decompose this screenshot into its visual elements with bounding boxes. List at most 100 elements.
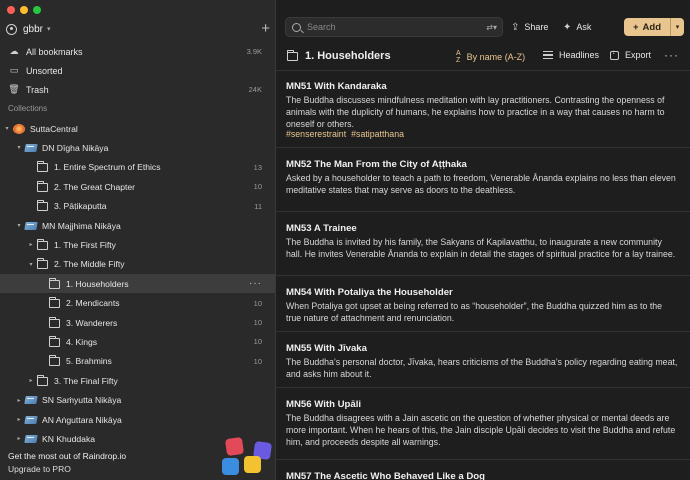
sidebar-item-trash[interactable]: 🗑 Trash 24K [0,80,275,99]
tree-item[interactable]: 2. Mendicants 10 [0,294,275,313]
tree-item[interactable]: 2. The Great Chapter 10 [0,177,275,196]
bookmark-title[interactable]: MN52 The Man From the City of Aṭṭhaka [286,159,467,170]
tree-item[interactable]: ▸ 1. The First Fifty [0,235,275,254]
bookmark-description: The Buddha disagrees with a Jain ascetic… [286,413,676,448]
expand-arrow-icon[interactable]: ▸ [27,241,35,248]
sidebar-item-all-bookmarks[interactable]: ☁ All bookmarks 3.9K [0,42,275,61]
bookmark-item[interactable]: MN55 With Jīvaka The Buddha’s personal do… [276,332,690,388]
bookmark-item[interactable]: MN56 With Upāli The Buddha disagrees with… [276,388,690,460]
tree-item[interactable]: 1. Entire Spectrum of Ethics 13 [0,158,275,177]
expand-arrow-icon[interactable]: ▾ [3,125,11,132]
folder-icon [49,335,61,347]
collections-label: Collections [8,104,48,113]
item-count: 3.9K [246,47,262,56]
sidebar-item-unsorted[interactable]: ▭ Unsorted [0,61,275,80]
expand-arrow-icon[interactable]: ▾ [15,222,23,229]
window-controls [7,6,41,14]
tag-link[interactable]: #satipatthana [351,129,404,139]
book-icon [25,434,37,444]
tree-item[interactable]: 4. Kings 10 [0,332,275,351]
book-icon [25,221,37,231]
trash-icon: 🗑 [8,84,20,94]
main-panel: Search ⇄▾ ⇪ Share ✦ Ask + Add ▾ 1. Househ… [276,0,690,480]
expand-arrow-icon[interactable]: ▸ [15,416,23,423]
bookmark-title[interactable]: MN54 With Potaliya the Householder [286,287,453,298]
bookmark-title[interactable]: MN51 With Kandaraka [286,81,387,92]
tree-item[interactable]: ▸ AN Aṅguttara Nikāya [0,410,275,429]
tree-item[interactable]: ▸ SN Saṁyutta Nikāya [0,391,275,410]
tree-item[interactable]: ▾ 2. The Middle Fifty [0,255,275,274]
expand-arrow-icon[interactable]: ▾ [15,144,23,151]
tree-item-label: 3. Wanderers [66,317,118,328]
ask-button[interactable]: ✦ Ask [563,17,591,37]
bookmark-item[interactable]: MN51 With Kandaraka The Buddha discusses … [276,70,690,148]
bookmark-item[interactable]: MN57 The Ascetic Who Behaved Like a Dog [276,460,690,480]
tree-item-label: 2. The Great Chapter [54,181,136,192]
tree-item[interactable]: ▾ SuttaCentral [0,119,275,138]
bookmark-title[interactable]: MN57 The Ascetic Who Behaved Like a Dog [286,471,485,480]
share-button[interactable]: ⇪ Share [511,17,548,37]
sidebar: gbbr ▾ + ☁ All bookmarks 3.9K ▭ Unsorted 🗑 Tra… [0,0,276,480]
book-icon [25,143,37,153]
tree-item[interactable]: 3. Pāṭikaputta 11 [0,197,275,216]
tree-item-label: 1. The First Fifty [54,239,116,250]
folder-icon [37,258,49,270]
bookmark-title[interactable]: MN55 With Jīvaka [286,343,367,354]
bookmark-item[interactable]: MN52 The Man From the City of Aṭṭhaka Ask… [276,148,690,212]
bookmark-title[interactable]: MN56 With Upāli [286,399,361,410]
bookmark-title[interactable]: MN53 A Trainee [286,223,357,234]
folder-icon [49,297,61,309]
folder-icon [49,277,61,289]
upgrade-promo[interactable]: Get the most out of Raindrop.io Upgrade … [0,436,275,480]
chevron-down-icon: ▾ [675,24,680,31]
item-more-button[interactable]: ··· [249,278,262,289]
bookmark-tags: #senserestraint #satipatthana [286,129,409,139]
folder-icon [49,316,61,328]
folder-icon [37,161,49,173]
tree-item[interactable]: 1. Householders ··· [0,274,275,294]
add-main-button[interactable]: + Add [624,22,670,33]
tree-item[interactable]: 3. Wanderers 10 [0,313,275,332]
sort-button[interactable]: AZ By name (A-Z) [456,50,525,64]
tree-item[interactable]: ▸ 3. The Final Fifty [0,371,275,390]
tree-item[interactable]: ▾ DN Dīgha Nikāya [0,138,275,157]
expand-arrow-icon[interactable]: ▾ [27,261,35,268]
tree-item-label: DN Dīgha Nikāya [42,142,109,153]
account-name: gbbr [23,23,44,35]
add-label: Add [642,21,662,33]
expand-arrow-icon[interactable]: ▸ [27,377,35,384]
tree-item-label: AN Aṅguttara Nikāya [42,414,122,425]
toolbar: Search ⇄▾ ⇪ Share ✦ Ask + Add ▾ [276,17,690,39]
tree-item-label: 1. Entire Spectrum of Ethics [54,162,161,173]
expand-arrow-icon[interactable]: ▸ [15,435,23,442]
tree-item-label: 2. Mendicants [66,298,120,309]
expand-arrow-icon[interactable]: ▸ [15,397,23,404]
bookmark-item[interactable]: MN54 With Potaliya the Householder When P… [276,276,690,332]
tag-link[interactable]: #senserestraint [286,129,346,139]
more-options-button[interactable]: ··· [664,48,679,62]
book-icon [25,415,37,425]
collection-header: 1. Householders AZ By name (A-Z) Headlin… [276,46,690,68]
view-mode-button[interactable]: Headlines [543,50,599,60]
tree-item-label: 5. Brahmins [66,356,112,367]
tree-item-label: 3. The Final Fifty [54,375,118,386]
search-field[interactable]: Search ⇄▾ [285,17,503,37]
tree-item[interactable]: 5. Brahmins 10 [0,352,275,371]
bookmark-item[interactable]: MN53 A Trainee The Buddha is invited by h… [276,212,690,276]
minimize-window-button[interactable] [20,6,28,14]
sidebar-item-label: Unsorted [26,65,63,76]
book-icon [25,395,37,405]
close-window-button[interactable] [7,6,15,14]
zoom-window-button[interactable] [33,6,41,14]
tree-item-label: KN Khuddaka [42,433,96,444]
account-switcher[interactable]: gbbr ▾ + [6,21,270,36]
add-dropdown-button[interactable]: ▾ [670,18,684,36]
upgrade-link[interactable]: Upgrade to PRO [8,464,71,474]
share-icon: ⇪ [511,21,520,33]
tree-item[interactable]: ▾ MN Majjhima Nikāya [0,216,275,235]
filter-icon[interactable]: ⇄▾ [486,23,497,32]
export-button[interactable]: Export [610,49,651,60]
add-button[interactable]: + Add ▾ [624,18,684,36]
folder-icon [37,374,49,386]
new-collection-button[interactable]: + [261,21,270,36]
